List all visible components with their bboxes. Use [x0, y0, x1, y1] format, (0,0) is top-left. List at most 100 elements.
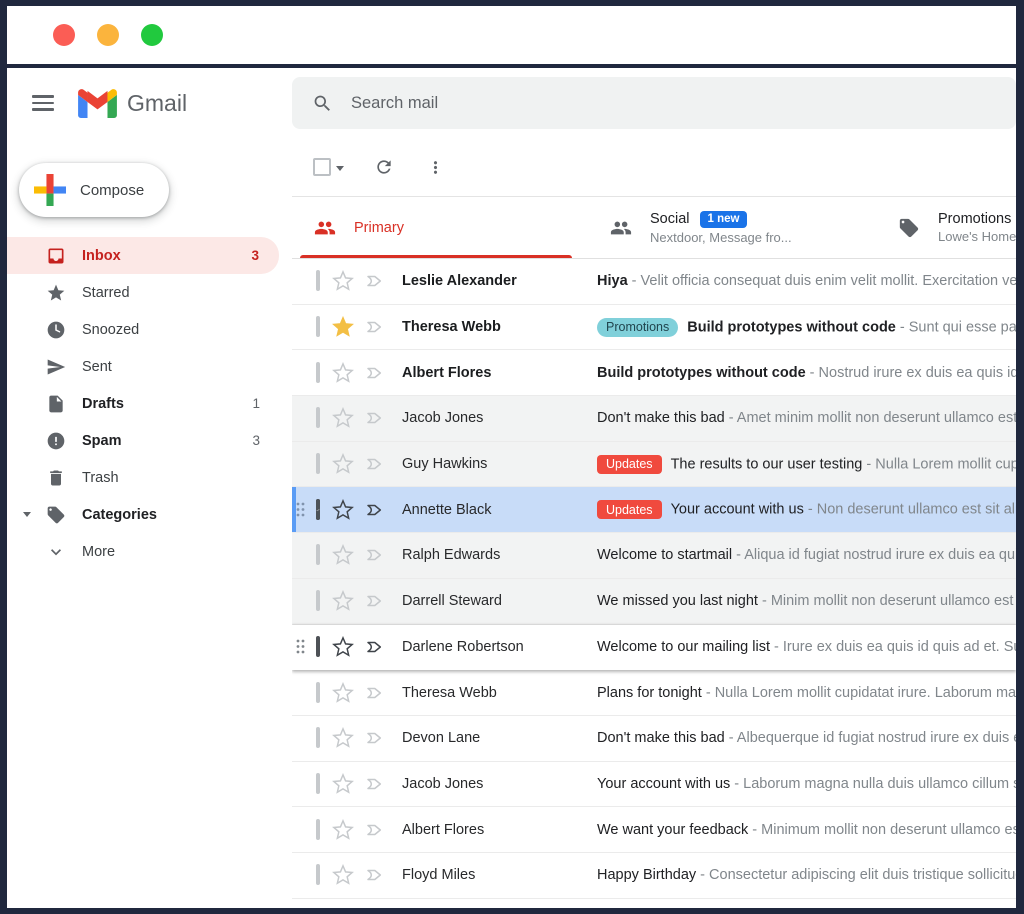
importance-marker-icon[interactable] [364, 865, 384, 885]
email-row[interactable]: Guy HawkinsUpdatesThe results to our use… [292, 442, 1016, 488]
importance-marker-icon[interactable] [364, 545, 384, 565]
email-checkbox[interactable] [316, 546, 320, 564]
importance-marker-icon[interactable] [364, 774, 384, 794]
sidebar-item-trash[interactable]: Trash [7, 459, 292, 496]
sidebar-item-sent[interactable]: Sent [7, 348, 292, 385]
sidebar-item-label: Spam [82, 433, 122, 449]
refresh-icon[interactable] [374, 157, 394, 177]
email-row[interactable]: Floyd MilesHappy Birthday - Consectetur … [292, 853, 1016, 899]
star-toggle-icon[interactable] [332, 636, 354, 658]
star-toggle-icon[interactable] [332, 819, 354, 841]
email-checkbox[interactable] [316, 866, 320, 884]
email-summary: Happy Birthday - Consectetur adipiscing … [597, 867, 1016, 883]
email-subject: Don't make this bad [597, 730, 725, 746]
sidebar-item-more[interactable]: More [7, 533, 292, 570]
search-input[interactable]: Search mail [292, 77, 1016, 129]
importance-marker-icon[interactable] [364, 683, 384, 703]
tab-subtitle: Nextdoor, Message fro... [650, 230, 792, 245]
tab-promotions[interactable]: PromotionsLowe's Home Improvement [868, 197, 1016, 258]
search-icon[interactable] [312, 93, 333, 114]
email-row[interactable]: Darlene RobertsonWelcome to our mailing … [292, 625, 1016, 671]
email-summary: We missed you last night - Minim mollit … [597, 593, 1016, 609]
minimize-window-button[interactable] [97, 24, 119, 46]
star-toggle-icon[interactable] [332, 727, 354, 749]
drag-handle-icon[interactable] [296, 639, 308, 654]
hamburger-menu-icon[interactable] [32, 95, 54, 111]
star-toggle-icon[interactable] [332, 864, 354, 886]
importance-marker-icon[interactable] [364, 271, 384, 291]
email-label-badge: Promotions [597, 318, 678, 337]
star-toggle-icon[interactable] [332, 270, 354, 292]
email-row[interactable]: Jacob JonesYour account with us - Laboru… [292, 762, 1016, 808]
importance-marker-icon[interactable] [364, 317, 384, 337]
drag-handle-icon[interactable] [296, 502, 308, 517]
importance-marker-icon[interactable] [364, 820, 384, 840]
email-snippet: Nulla Lorem mollit cupidatat irure. Labo… [875, 456, 1016, 472]
email-checkbox[interactable] [316, 409, 320, 427]
email-row[interactable]: Jacob JonesDon't make this bad - Amet mi… [292, 396, 1016, 442]
email-checkbox[interactable] [316, 364, 320, 382]
importance-marker-icon[interactable] [364, 500, 384, 520]
email-row[interactable]: Annette BlackUpdatesYour account with us… [292, 487, 1016, 533]
importance-marker-icon[interactable] [364, 728, 384, 748]
email-summary: Your account with us - Laborum magna nul… [597, 776, 1016, 792]
email-summary: Don't make this bad - Amet minim mollit … [597, 410, 1016, 426]
star-toggle-icon[interactable] [332, 362, 354, 384]
star-toggle-icon[interactable] [332, 773, 354, 795]
more-options-kebab-icon[interactable] [426, 158, 445, 177]
star-toggle-icon[interactable] [332, 407, 354, 429]
sidebar-item-spam[interactable]: Spam3 [7, 422, 292, 459]
star-toggle-icon[interactable] [332, 544, 354, 566]
sidebar-item-inbox[interactable]: Inbox3 [7, 237, 279, 274]
importance-marker-icon[interactable] [364, 408, 384, 428]
star-toggle-icon[interactable] [332, 453, 354, 475]
sidebar-item-label: Drafts [82, 396, 124, 412]
email-checkbox[interactable] [316, 318, 320, 336]
spam-icon [45, 430, 67, 452]
importance-marker-icon[interactable] [364, 454, 384, 474]
star-toggle-icon[interactable] [332, 316, 354, 338]
email-subject: Welcome to startmail [597, 547, 732, 563]
tab-primary[interactable]: Primary [292, 197, 580, 258]
email-checkbox[interactable] [316, 684, 320, 702]
email-checkbox[interactable] [316, 272, 320, 290]
email-checkbox[interactable] [316, 592, 320, 610]
sidebar-item-snoozed[interactable]: Snoozed [7, 311, 292, 348]
email-checkbox[interactable] [316, 821, 320, 839]
sidebar-item-starred[interactable]: Starred [7, 274, 292, 311]
importance-marker-icon[interactable] [364, 637, 384, 657]
email-subject: The results to our user testing [671, 456, 863, 472]
star-toggle-icon[interactable] [332, 590, 354, 612]
sidebar-item-categories[interactable]: Categories [7, 496, 292, 533]
email-row[interactable]: Devon LaneDon't make this bad - Albequer… [292, 716, 1016, 762]
compose-button[interactable]: Compose [19, 163, 169, 217]
zoom-window-button[interactable] [141, 24, 163, 46]
email-checkbox[interactable] [316, 501, 320, 519]
email-checkbox[interactable] [316, 729, 320, 747]
select-dropdown-caret-icon[interactable] [336, 166, 344, 171]
email-row[interactable]: Leslie AlexanderHiya - Velit officia con… [292, 259, 1016, 305]
email-summary: UpdatesYour account with us - Non deseru… [597, 500, 1016, 519]
email-row[interactable]: Darrell StewardWe missed you last night … [292, 579, 1016, 625]
sidebar-item-drafts[interactable]: Drafts1 [7, 385, 292, 422]
importance-marker-icon[interactable] [364, 591, 384, 611]
star-toggle-icon[interactable] [332, 682, 354, 704]
select-all-control[interactable] [313, 158, 344, 176]
email-row[interactable]: Theresa WebbPlans for tonight - Nulla Lo… [292, 670, 1016, 716]
close-window-button[interactable] [53, 24, 75, 46]
gmail-app-window: Gmail Search mail Compose Inbox3StarredS… [7, 68, 1016, 908]
email-row[interactable]: Theresa WebbPromotionsBuild prototypes w… [292, 305, 1016, 351]
email-checkbox[interactable] [316, 775, 320, 793]
email-checkbox[interactable] [316, 455, 320, 473]
star-icon [45, 282, 67, 304]
email-checkbox[interactable] [316, 638, 320, 656]
tab-social[interactable]: Social1 newNextdoor, Message fro... [580, 197, 868, 258]
email-row[interactable]: Albert FloresBuild prototypes without co… [292, 350, 1016, 396]
importance-marker-icon[interactable] [364, 363, 384, 383]
email-row[interactable]: Ralph EdwardsWelcome to startmail - Aliq… [292, 533, 1016, 579]
email-row[interactable]: Albert FloresWe want your feedback - Min… [292, 807, 1016, 853]
expander-caret-icon[interactable] [23, 512, 31, 517]
email-subject: Build prototypes without code [687, 319, 896, 335]
select-all-checkbox[interactable] [313, 158, 331, 176]
star-toggle-icon[interactable] [332, 499, 354, 521]
